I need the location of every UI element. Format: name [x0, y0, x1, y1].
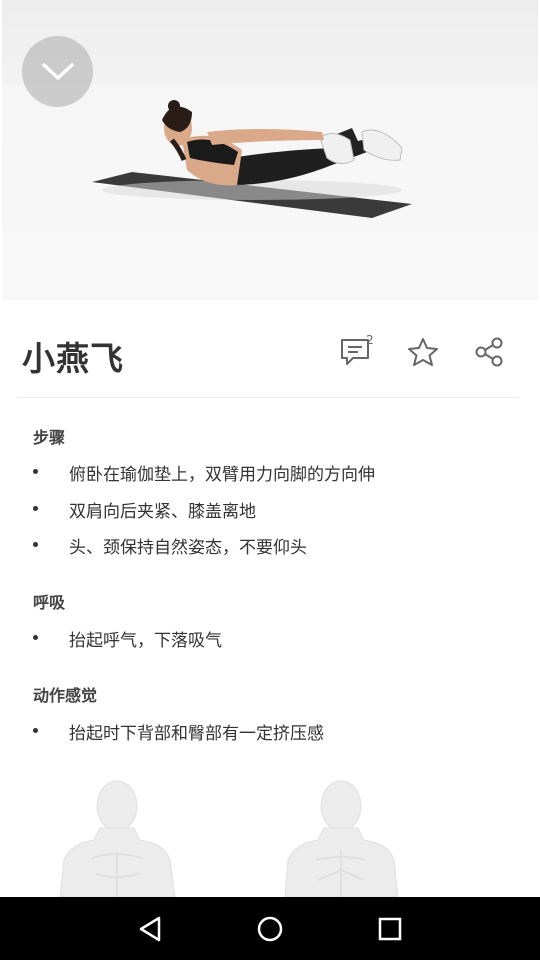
list-item-text: 抬起时下背部和臀部有一定挤压感: [69, 724, 324, 744]
nav-home-button[interactable]: [250, 909, 290, 949]
steps-section-title: 步骤: [33, 428, 66, 447]
list-item-text: 抬起呼气，下落吸气: [69, 631, 222, 651]
title-row: 小燕飞 2: [0, 300, 540, 398]
exercise-title: 小燕飞: [22, 339, 124, 378]
breathing-section-title: 呼吸: [33, 593, 66, 612]
chevron-down-icon: [41, 62, 74, 80]
divider: [18, 397, 518, 398]
nav-back-button[interactable]: [130, 909, 170, 949]
comment-count-badge: 2: [366, 333, 374, 347]
exercise-illustration: [92, 100, 412, 218]
share-button[interactable]: [469, 332, 509, 372]
list-item-text: 俯卧在瑜伽垫上，双臂用力向脚的方向伸: [69, 465, 375, 485]
bullet-dot: [33, 542, 38, 547]
muscle-diagram: [0, 770, 540, 897]
share-icon: [475, 337, 503, 367]
home-circle-icon: [257, 916, 283, 942]
bullet-dot: [33, 635, 38, 640]
bullet-dot: [33, 469, 38, 474]
bullet-dot: [33, 506, 38, 511]
body-front-back-figures: [59, 780, 399, 897]
recents-square-icon: [378, 917, 402, 941]
list-item-text: 头、颈保持自然姿态，不要仰头: [69, 538, 307, 558]
nav-recents-button[interactable]: [370, 909, 410, 949]
list-item-text: 双肩向后夹紧、膝盖离地: [69, 502, 256, 522]
star-icon: [408, 338, 438, 366]
back-triangle-icon: [139, 916, 161, 942]
exercise-video[interactable]: [2, 0, 538, 300]
feeling-section-title: 动作感觉: [33, 686, 98, 705]
collapse-button[interactable]: [22, 36, 93, 107]
bullet-dot: [33, 728, 38, 733]
favorite-button[interactable]: [403, 332, 443, 372]
system-nav-bar: [0, 897, 540, 960]
